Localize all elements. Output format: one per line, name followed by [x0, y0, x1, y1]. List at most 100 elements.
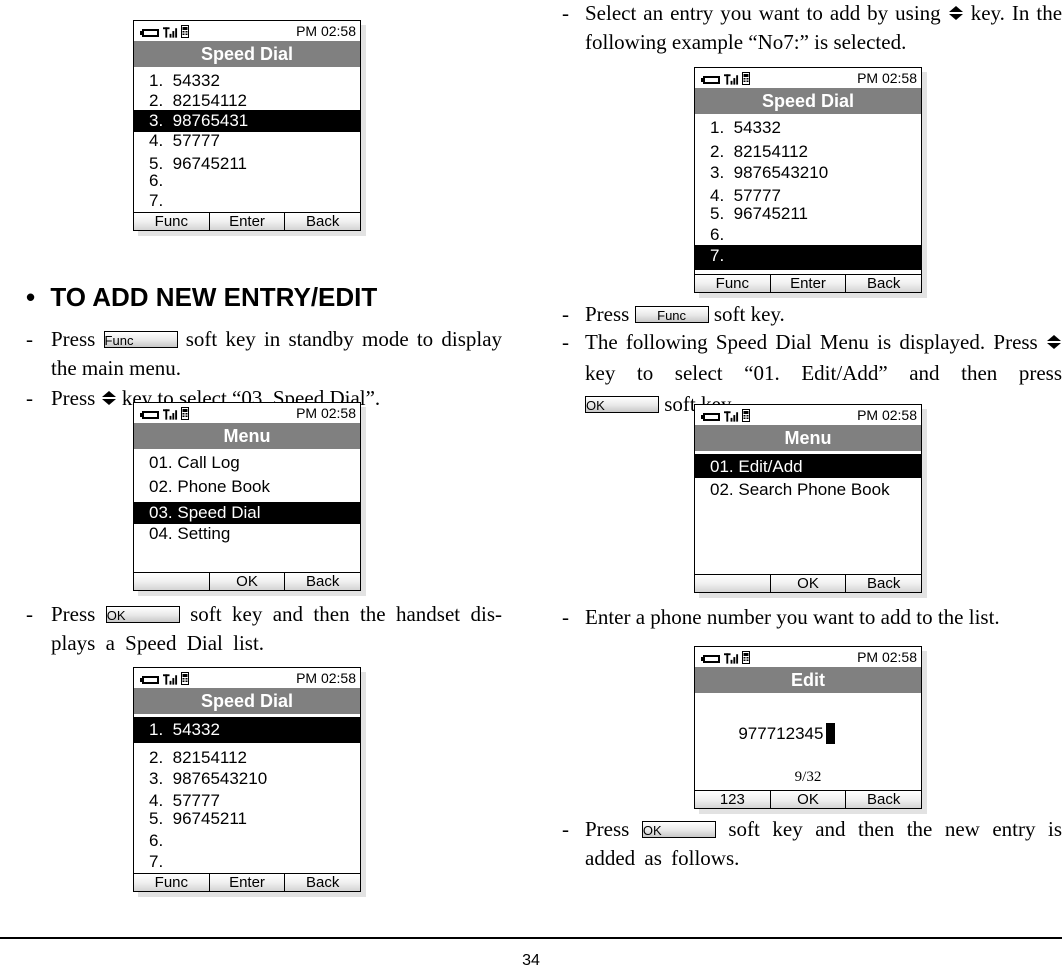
list-item[interactable]: 2. 82154112: [134, 90, 360, 112]
menu-item-speed-dial-selected[interactable]: 03. Speed Dial: [134, 502, 360, 524]
softkey-back[interactable]: Back: [845, 575, 922, 592]
step-press-ok-save: - Press OK soft key and then the new ent…: [562, 815, 1062, 875]
step-text: The following Speed Dial Menu is display…: [585, 330, 1038, 354]
list-item[interactable]: 7.: [134, 190, 360, 212]
handset-icon: [181, 672, 189, 685]
screen-title: Speed Dial: [695, 88, 921, 114]
status-bar: PM 02:58: [134, 668, 360, 688]
softkey-bar: Func Enter Back: [134, 873, 361, 891]
list-item[interactable]: 1. 54332: [134, 70, 360, 92]
phone-screen-speed-dial-menu: PM 02:58 Menu 01. Edit/Add 02. Search Ph…: [694, 404, 922, 593]
step-press-func: - Press Func soft key in standby mode to…: [26, 325, 502, 385]
handset-icon: [742, 409, 750, 422]
signal-icon: [163, 26, 178, 38]
list-item[interactable]: 5. 96745211: [695, 203, 921, 225]
softkey-func[interactable]: Func: [134, 874, 209, 891]
list-item-selected[interactable]: 7.: [695, 245, 921, 270]
list-item[interactable]: 3. 9876543210: [695, 162, 921, 184]
list-item[interactable]: 1. 54332: [695, 117, 921, 139]
text-cursor: [826, 723, 836, 745]
softkey-back[interactable]: Back: [284, 213, 361, 230]
menu-list: 01. Edit/Add 02. Search Phone Book: [695, 451, 921, 574]
softkey-enter[interactable]: Enter: [208, 213, 285, 230]
softkey-ok[interactable]: OK: [208, 573, 285, 590]
up-down-key-icon: [948, 5, 964, 21]
number-input-value: 977712345: [738, 724, 824, 743]
step-text: Press: [585, 302, 630, 326]
menu-item-call-log[interactable]: 01. Call Log: [134, 452, 360, 474]
list-item[interactable]: 2. 82154112: [695, 141, 921, 163]
status-time: PM 02:58: [296, 670, 356, 686]
battery-icon: [701, 412, 721, 422]
battery-icon: [701, 654, 721, 664]
list-item-selected[interactable]: 3. 98765431: [134, 110, 360, 132]
up-down-key-icon: [101, 390, 117, 406]
number-input[interactable]: 977712345: [695, 701, 921, 745]
battery-icon: [140, 675, 160, 685]
menu-item-search-phone-book[interactable]: 02. Search Phone Book: [695, 479, 921, 501]
dash: -: [562, 817, 569, 841]
step-text: Press: [51, 386, 96, 410]
softkey-back[interactable]: Back: [845, 275, 922, 292]
list-item[interactable]: 7.: [134, 851, 360, 873]
signal-icon: [724, 410, 739, 422]
step-text: soft key.: [713, 302, 785, 326]
menu-item-setting[interactable]: 04. Setting: [134, 523, 360, 545]
softkey-enter[interactable]: Enter: [208, 874, 285, 891]
status-time: PM 02:58: [857, 649, 917, 665]
signal-icon: [163, 408, 178, 420]
phone-screen-speed-dial-1: PM 02:58 Speed Dial 1. 54332 2. 82154112…: [133, 20, 361, 231]
dash: -: [562, 302, 569, 326]
menu-list: 01. Call Log 02. Phone Book 03. Speed Di…: [134, 449, 360, 572]
bullet: •: [26, 282, 36, 312]
softkey-back[interactable]: Back: [845, 791, 922, 808]
dash: -: [26, 602, 33, 626]
softkey-ok[interactable]: OK: [769, 575, 846, 592]
menu-item-edit-add-selected[interactable]: 01. Edit/Add: [695, 454, 921, 478]
list-item[interactable]: 6.: [134, 830, 360, 852]
step-text: Press: [51, 327, 96, 351]
softkey-back[interactable]: Back: [284, 573, 361, 590]
up-down-key-icon: [1046, 334, 1062, 350]
step-text: Press: [585, 817, 630, 841]
handset-icon: [181, 25, 189, 38]
list-item[interactable]: 4. 57777: [134, 130, 360, 152]
step-text: added as follows.: [585, 846, 740, 870]
step-text: the main menu.: [51, 356, 182, 380]
ok-softkey-glyph: OK: [585, 395, 659, 413]
status-time: PM 02:58: [296, 23, 356, 39]
list-item[interactable]: 6.: [695, 224, 921, 246]
softkey-blank[interactable]: [134, 573, 209, 590]
menu-item-phone-book[interactable]: 02. Phone Book: [134, 476, 360, 498]
page-number: 34: [522, 952, 540, 969]
softkey-ok[interactable]: OK: [769, 791, 846, 808]
status-bar: PM 02:58: [695, 647, 921, 667]
step-text: plays a Speed Dial list.: [51, 631, 265, 655]
softkey-123[interactable]: 123: [695, 791, 770, 808]
func-softkey-glyph: Func: [103, 330, 178, 348]
character-counter: 9/32: [794, 769, 822, 785]
phone-screen-speed-dial-2: PM 02:58 Speed Dial 1. 54332 2. 82154112…: [133, 667, 361, 892]
dash: -: [26, 386, 33, 410]
status-bar: PM 02:58: [695, 405, 921, 425]
softkey-func[interactable]: Func: [695, 275, 770, 292]
step-text: key. In: [970, 1, 1030, 25]
softkey-back[interactable]: Back: [284, 874, 361, 891]
list-item-selected[interactable]: 1. 54332: [134, 717, 360, 743]
handset-icon: [742, 651, 750, 664]
step-text: Select an entry you want to add by using: [585, 1, 941, 25]
screen-title: Menu: [695, 425, 921, 451]
step-text: key to select “01. Edit/Add” and then pr…: [585, 361, 1062, 385]
softkey-bar: OK Back: [695, 574, 922, 592]
list-item[interactable]: 5. 96745211: [134, 808, 360, 830]
softkey-bar: 123 OK Back: [695, 790, 922, 808]
ok-softkey-glyph: OK: [105, 605, 180, 623]
signal-icon: [724, 73, 739, 85]
list-item[interactable]: 3. 9876543210: [134, 768, 360, 790]
softkey-func[interactable]: Func: [134, 213, 209, 230]
speed-dial-list: 1. 54332 2. 82154112 3. 9876543210 4. 57…: [134, 714, 360, 874]
list-item[interactable]: 2. 82154112: [134, 747, 360, 769]
softkey-blank[interactable]: [695, 575, 770, 592]
list-item[interactable]: 6.: [134, 170, 360, 192]
softkey-enter[interactable]: Enter: [769, 275, 846, 292]
